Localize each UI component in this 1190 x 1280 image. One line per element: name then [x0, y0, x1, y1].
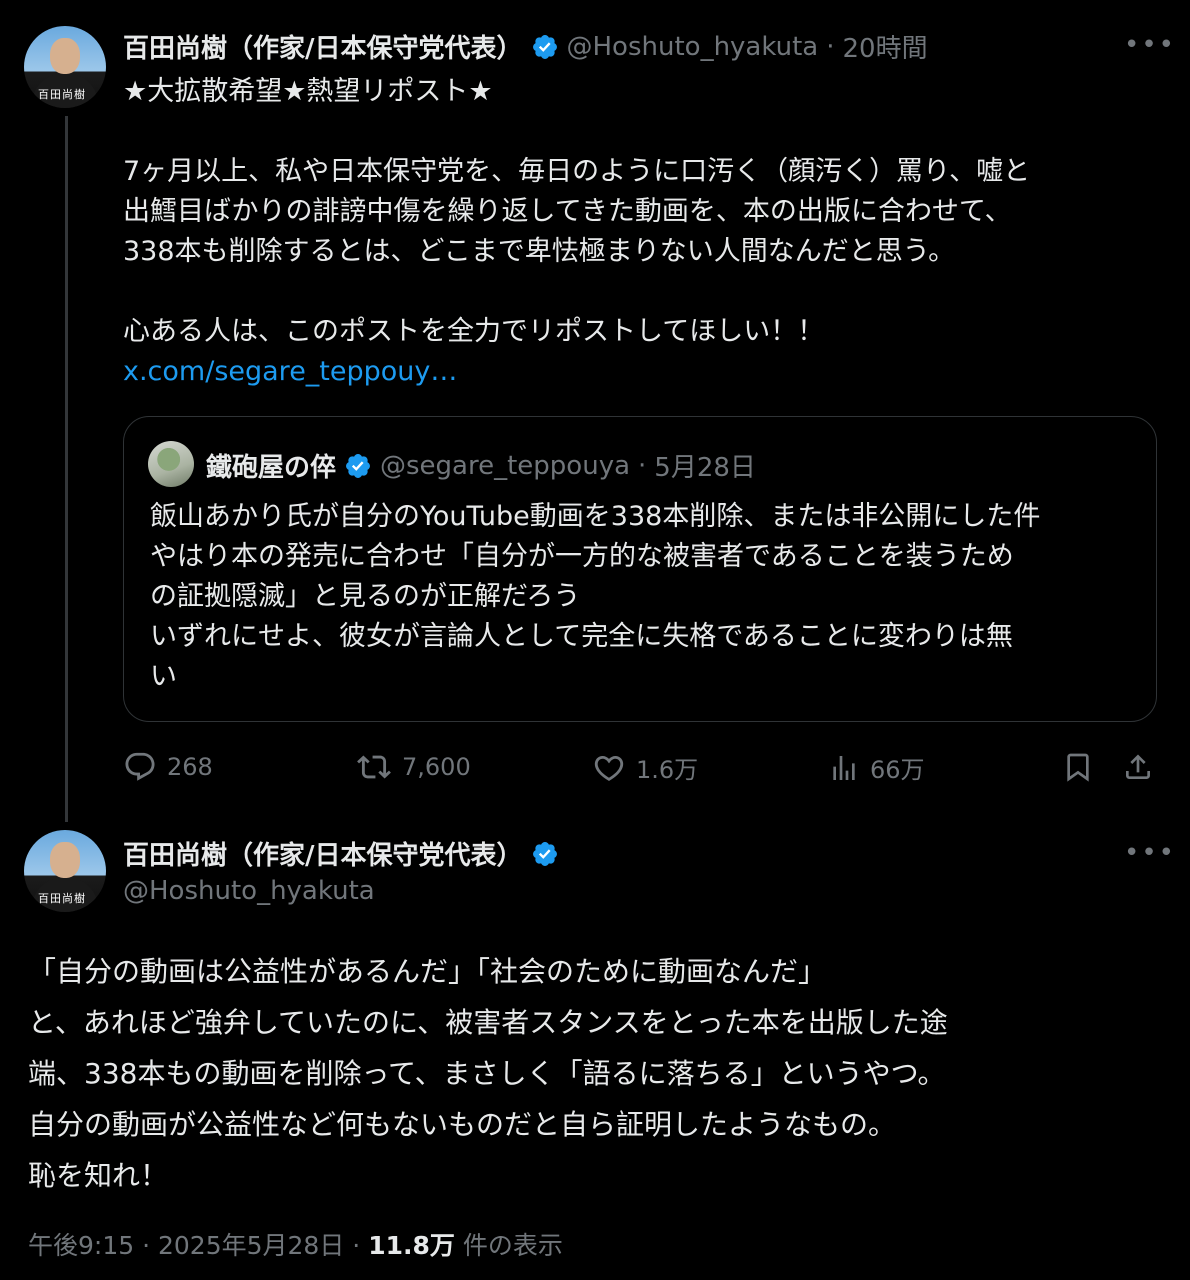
quote-date[interactable]: 5月28日: [654, 447, 756, 484]
separator-dot: ·: [826, 31, 835, 62]
separator-dot: ·: [142, 1231, 151, 1260]
verified-badge-icon: [531, 33, 559, 61]
like-button[interactable]: 1.6万: [592, 750, 698, 785]
thread-line: [65, 116, 68, 822]
tweet-header: 百田尚樹（作家/日本保守党代表） @Hoshuto_hyakuta · 20時間: [123, 28, 928, 65]
separator-dot: ·: [352, 1231, 361, 1260]
author-handle[interactable]: @Hoshuto_hyakuta: [123, 876, 375, 906]
more-icon[interactable]: •••: [1124, 30, 1176, 60]
tweet-text-line1: ★大拡散希望★熱望リポスト★: [123, 76, 493, 107]
like-count: 1.6万: [636, 756, 699, 784]
post-time[interactable]: 20時間: [843, 28, 928, 65]
repost-button[interactable]: 7,600: [356, 750, 471, 784]
verified-badge-icon: [344, 452, 372, 480]
author-name[interactable]: 百田尚樹（作家/日本保守党代表）: [123, 835, 523, 872]
quote-header: 鐵砲屋の倅 @segare_teppouya · 5月28日: [206, 447, 756, 484]
views-count: 66万: [870, 756, 925, 784]
tweet-text-paragraph: 心ある人は、このポストを全力でリポストしてほしい！！: [123, 316, 825, 347]
views-button[interactable]: 66万: [828, 750, 925, 785]
tweet-link[interactable]: x.com/segare_teppouy…: [123, 352, 457, 392]
main-tweet-text: 「自分の動画は公益性があるんだ」「社会のために動画なんだ」 と、あれほど強弁して…: [28, 955, 948, 1192]
avatar-signature: 百田尚樹: [38, 88, 86, 101]
reply-button[interactable]: 268: [123, 750, 213, 784]
reply-count: 268: [167, 753, 213, 781]
verified-badge-icon: [531, 840, 559, 868]
separator-dot: ·: [638, 450, 647, 481]
avatar[interactable]: 百田尚樹: [24, 26, 106, 108]
more-icon[interactable]: •••: [1124, 838, 1176, 868]
views-icon: [828, 751, 860, 785]
author-name[interactable]: 百田尚樹（作家/日本保守党代表）: [123, 28, 523, 65]
quote-author-handle[interactable]: @segare_teppouya: [380, 451, 630, 481]
post-date[interactable]: 2025年5月28日: [158, 1231, 344, 1260]
post-meta: 午後9:15 · 2025年5月28日 · 11.8万 件の表示: [28, 1226, 563, 1262]
share-icon[interactable]: [1122, 750, 1154, 784]
repost-icon: [356, 750, 392, 784]
avatar[interactable]: 百田尚樹: [24, 830, 106, 912]
quoted-post[interactable]: 鐵砲屋の倅 @segare_teppouya · 5月28日 飯山あかり氏が自分…: [123, 416, 1157, 722]
bookmark-icon[interactable]: [1062, 750, 1094, 784]
views-count: 11.8万: [368, 1231, 455, 1260]
repost-count: 7,600: [402, 753, 471, 781]
reply-icon: [123, 750, 157, 784]
tweet-text-paragraph: 7ヶ月以上、私や日本保守党を、毎日のように口汚く（顔汚く）罵り、嘘と 出鱈目ばか…: [123, 156, 1031, 267]
quote-text: 飯山あかり氏が自分のYouTube動画を338本削除、または非公開にした件 やは…: [150, 501, 1041, 692]
like-icon: [592, 751, 626, 785]
quote-avatar[interactable]: [148, 441, 194, 487]
author-handle[interactable]: @Hoshuto_hyakuta: [567, 32, 819, 62]
tweet-header: 百田尚樹（作家/日本保守党代表）: [123, 835, 559, 872]
quote-author-name[interactable]: 鐵砲屋の倅: [206, 447, 336, 484]
avatar-signature: 百田尚樹: [38, 892, 86, 905]
views-label: 件の表示: [462, 1231, 563, 1260]
post-time[interactable]: 午後9:15: [28, 1231, 134, 1260]
